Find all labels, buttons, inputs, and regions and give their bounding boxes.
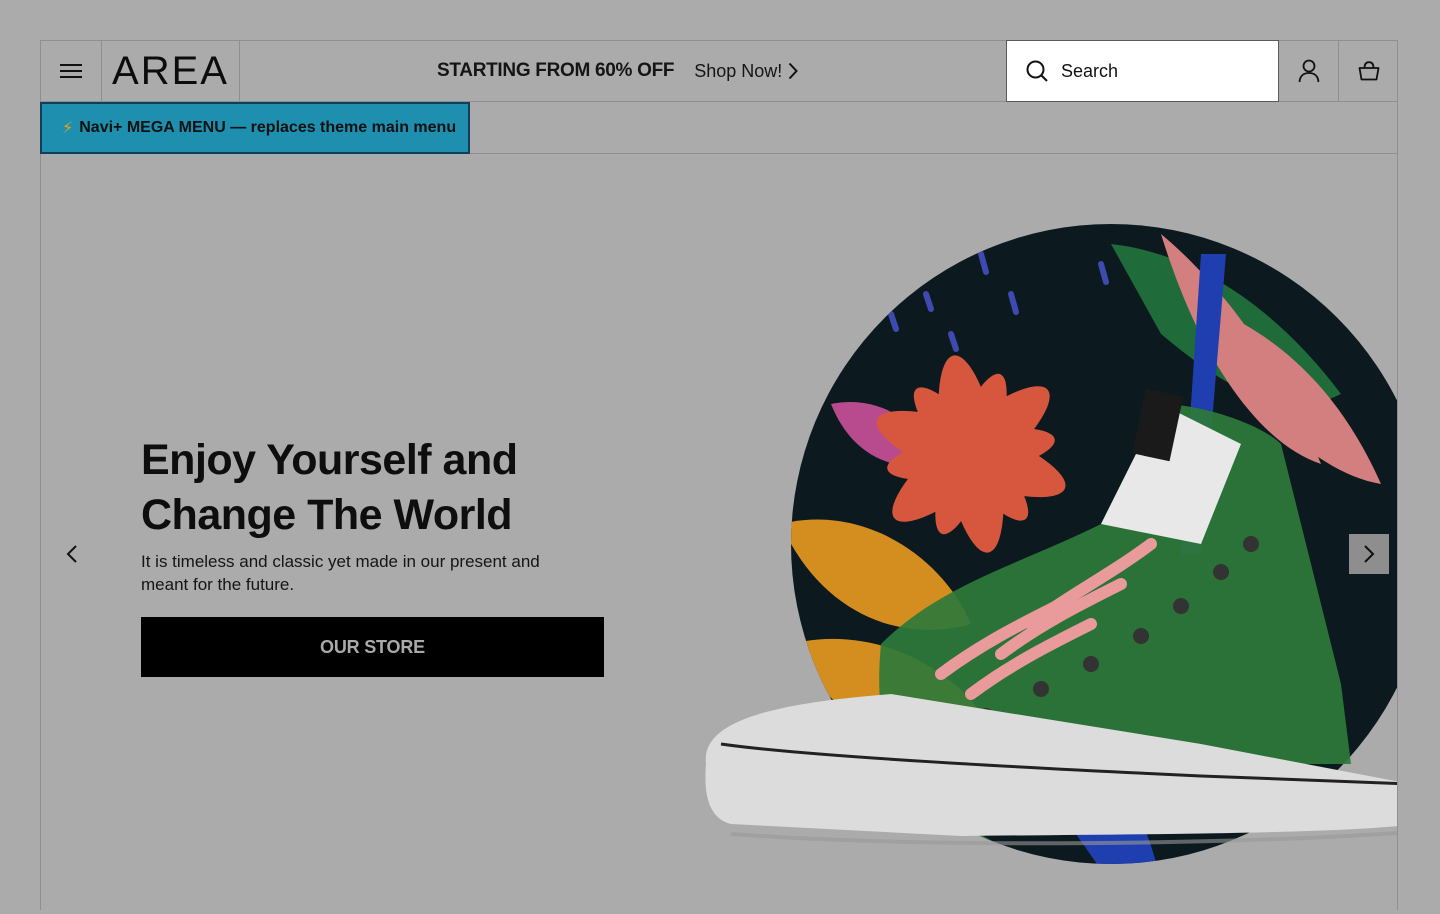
account-button[interactable] [1279, 41, 1339, 101]
mega-menu-label: Navi+ MEGA MENU — replaces theme main me… [79, 119, 457, 136]
cart-button[interactable] [1339, 41, 1398, 101]
chevron-left-icon [66, 545, 77, 563]
hero-title: Enjoy Yourself and Change The World [141, 436, 518, 539]
logo-link[interactable]: AREA [102, 41, 240, 101]
shop-now-link[interactable]: Shop Now! [694, 60, 799, 82]
lightning-icon: ⚡ [62, 120, 74, 137]
hero-slider: Enjoy Yourself and Change The World It i… [41, 154, 1397, 914]
hero-sneaker-image [705, 224, 1397, 864]
slide-prev-button[interactable] [61, 534, 83, 574]
promo-banner: STARTING FROM 60% OFF Shop Now! [437, 41, 857, 101]
hamburger-icon [60, 64, 82, 78]
search-box[interactable] [1006, 40, 1279, 102]
user-icon [1298, 59, 1319, 83]
page-frame: AREA STARTING FROM 60% OFF Shop Now! Sea… [40, 40, 1398, 910]
search-input[interactable] [1059, 59, 1263, 83]
site-header: AREA STARTING FROM 60% OFF Shop Now! [41, 40, 1398, 102]
mega-menu-button[interactable]: ⚡ Navi+ MEGA MENU — replaces theme main … [40, 102, 470, 154]
hero-subtitle: It is timeless and classic yet made in o… [141, 552, 540, 594]
shop-now-label: Shop Now! [694, 60, 783, 81]
promo-text: STARTING FROM 60% OFF [437, 60, 675, 81]
our-store-button[interactable]: OUR STORE [141, 617, 604, 677]
chevron-right-icon [1364, 545, 1375, 563]
cart-icon [1358, 61, 1379, 81]
search-icon [1026, 60, 1048, 82]
menu-button[interactable] [41, 41, 102, 101]
slide-next-button[interactable] [1349, 534, 1389, 574]
chevron-right-icon [789, 62, 799, 80]
logo: AREA [112, 48, 229, 93]
nav-row: ⚡ Navi+ MEGA MENU — replaces theme main … [40, 102, 1397, 154]
